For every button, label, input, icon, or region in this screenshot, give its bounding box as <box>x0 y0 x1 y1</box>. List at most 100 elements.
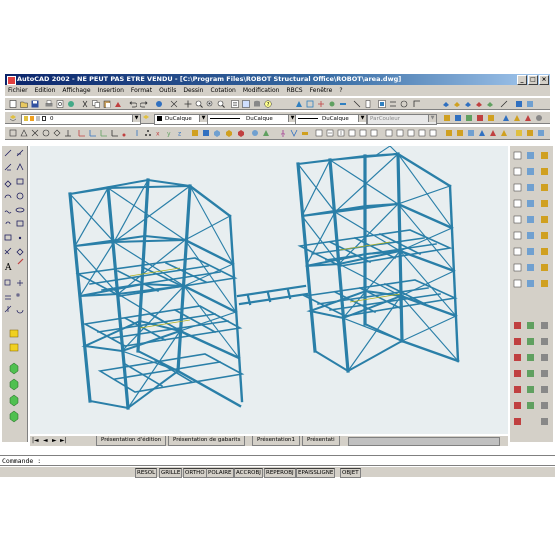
break-icon[interactable] <box>9 394 19 407</box>
ucs-icon[interactable] <box>78 129 86 137</box>
menu-affichage[interactable]: Affichage <box>62 87 90 94</box>
tab-presentation1[interactable]: Présentation1 <box>252 436 301 446</box>
move-icon[interactable] <box>4 305 12 313</box>
publish-icon[interactable] <box>67 100 75 108</box>
rbcs-tool-3-icon[interactable] <box>317 100 325 108</box>
tracking-icon[interactable] <box>170 100 178 108</box>
cut-icon[interactable] <box>81 100 89 108</box>
zoom-realtime-icon[interactable] <box>195 100 203 108</box>
extend-icon[interactable] <box>9 378 19 391</box>
rbcs-tool-2-icon[interactable] <box>306 100 314 108</box>
rbcs-load-5-icon[interactable] <box>487 114 495 122</box>
snap-perpendicular-icon[interactable] <box>64 129 72 137</box>
color-combo[interactable]: DuCalque ▼ <box>154 114 208 125</box>
view-top-icon[interactable] <box>191 129 199 137</box>
rbcs-display-3-icon[interactable] <box>301 129 309 137</box>
rbcs-tool-7-icon[interactable] <box>364 100 372 108</box>
ucs-world-icon[interactable] <box>89 129 97 137</box>
offset-icon[interactable] <box>5 295 11 300</box>
rbcs-3d-1-icon[interactable] <box>442 100 450 108</box>
rbcs-side-44-icon[interactable] <box>541 370 548 377</box>
save-icon[interactable] <box>31 100 39 108</box>
tab-presentation-edition[interactable]: Présentation d'édition <box>96 436 167 446</box>
rbcs-side-7-icon[interactable] <box>513 247 522 256</box>
rbcs-display-2-icon[interactable] <box>290 129 298 137</box>
construction-line-icon[interactable] <box>16 149 24 157</box>
tab-scroll-prev-icon[interactable]: ◄ <box>43 437 48 444</box>
rbcs-tool-6-icon[interactable] <box>353 100 361 108</box>
rbcs-3d-5-icon[interactable] <box>486 100 494 108</box>
status-ortho-button[interactable]: ORTHO <box>183 468 207 478</box>
rbcs-side-18-icon[interactable] <box>527 280 534 287</box>
ucs-object-icon[interactable] <box>100 129 108 137</box>
snap-quadrant-icon[interactable] <box>53 129 61 137</box>
layer-combo[interactable]: 0 ▼ <box>21 114 141 125</box>
make-block-icon[interactable] <box>4 234 12 241</box>
chevron-down-icon[interactable]: ▼ <box>132 115 140 122</box>
copy-object-icon[interactable] <box>4 279 11 286</box>
rbcs-display-7-icon[interactable] <box>348 129 356 137</box>
rbcs-side-4-icon[interactable] <box>513 199 522 208</box>
array-icon[interactable] <box>16 293 20 297</box>
print-preview-icon[interactable] <box>56 100 64 108</box>
rbcs-side-36-icon[interactable] <box>527 338 534 345</box>
rbcs-display-10-icon[interactable] <box>385 129 393 137</box>
rbcs-3d-8-icon[interactable] <box>526 100 534 108</box>
scale-icon[interactable] <box>9 329 19 338</box>
rbcs-load-2-icon[interactable] <box>454 114 462 122</box>
menu-modification[interactable]: Modification <box>243 87 280 94</box>
rbcs-side-27-icon[interactable] <box>541 280 548 287</box>
rbcs-tool-9-icon[interactable] <box>389 100 397 108</box>
command-line[interactable]: Commande : <box>0 455 555 466</box>
rbcs-side-20-icon[interactable] <box>541 168 548 175</box>
rbcs-side-19-icon[interactable] <box>541 152 548 159</box>
close-button[interactable]: × <box>539 75 549 85</box>
pan-icon[interactable] <box>184 100 192 108</box>
rotate-icon[interactable] <box>16 309 24 314</box>
menu-edition[interactable]: Edition <box>35 87 56 94</box>
copy-icon[interactable] <box>92 100 100 108</box>
rbcs-3d-7-icon[interactable] <box>515 100 523 108</box>
tab-scroll-last-icon[interactable]: ►| <box>60 437 67 444</box>
rbcs-tool-5-icon[interactable] <box>339 100 347 108</box>
multiline-icon[interactable] <box>4 163 12 171</box>
view-front-icon[interactable] <box>202 129 210 137</box>
drawing-viewport[interactable] <box>30 146 508 434</box>
rbcs-side-31-icon[interactable] <box>514 370 521 377</box>
ucs-3point-icon[interactable] <box>144 129 152 137</box>
rbcs-side-35-icon[interactable] <box>527 322 534 329</box>
rbcs-side-32-icon[interactable] <box>514 386 521 393</box>
rbcs-side-45-icon[interactable] <box>541 386 548 393</box>
polyline-icon[interactable] <box>16 163 24 171</box>
rbcs-material-9-icon[interactable] <box>537 129 545 137</box>
status-resol-button[interactable]: RESOL <box>135 468 158 478</box>
rbcs-tool-1-icon[interactable] <box>295 100 303 108</box>
rbcs-load-9-icon[interactable] <box>535 114 543 122</box>
status-epaissligne-button[interactable]: EPAISSLIGNE <box>296 468 336 478</box>
view-se-iso-icon[interactable] <box>237 129 245 137</box>
rbcs-material-1-icon[interactable] <box>445 129 453 137</box>
ucs-rotate-z-icon[interactable]: z <box>177 129 185 138</box>
view-iso-icon[interactable] <box>213 129 221 137</box>
rbcs-side-6-icon[interactable] <box>513 231 522 240</box>
rbcs-side-42-icon[interactable] <box>541 338 548 345</box>
rbcs-display-1-icon[interactable] <box>279 129 287 137</box>
rbcs-side-39-icon[interactable] <box>527 386 534 393</box>
help-icon[interactable]: ? <box>264 100 272 108</box>
rbcs-side-23-icon[interactable] <box>541 216 548 223</box>
hatch-icon[interactable] <box>4 247 12 255</box>
rbcs-side-47-icon[interactable] <box>541 418 548 425</box>
tab-presentation-truncated[interactable]: Présentati <box>302 436 340 446</box>
open-folder-icon[interactable] <box>20 100 28 108</box>
point-icon[interactable] <box>18 236 22 240</box>
rbcs-side-5-icon[interactable] <box>513 215 522 224</box>
rbcs-load-1-icon[interactable] <box>443 114 451 122</box>
spline-icon[interactable] <box>4 210 12 214</box>
rbcs-side-34-icon[interactable] <box>514 418 521 425</box>
rbcs-side-9-icon[interactable] <box>513 279 522 288</box>
rbcs-side-10-icon[interactable] <box>527 152 534 159</box>
arc-icon[interactable] <box>4 194 12 199</box>
rectangle-icon[interactable] <box>16 178 24 185</box>
menu-fenetre[interactable]: Fenêtre <box>310 87 333 94</box>
status-reperobj-button[interactable]: REPEROBJ <box>264 468 296 478</box>
